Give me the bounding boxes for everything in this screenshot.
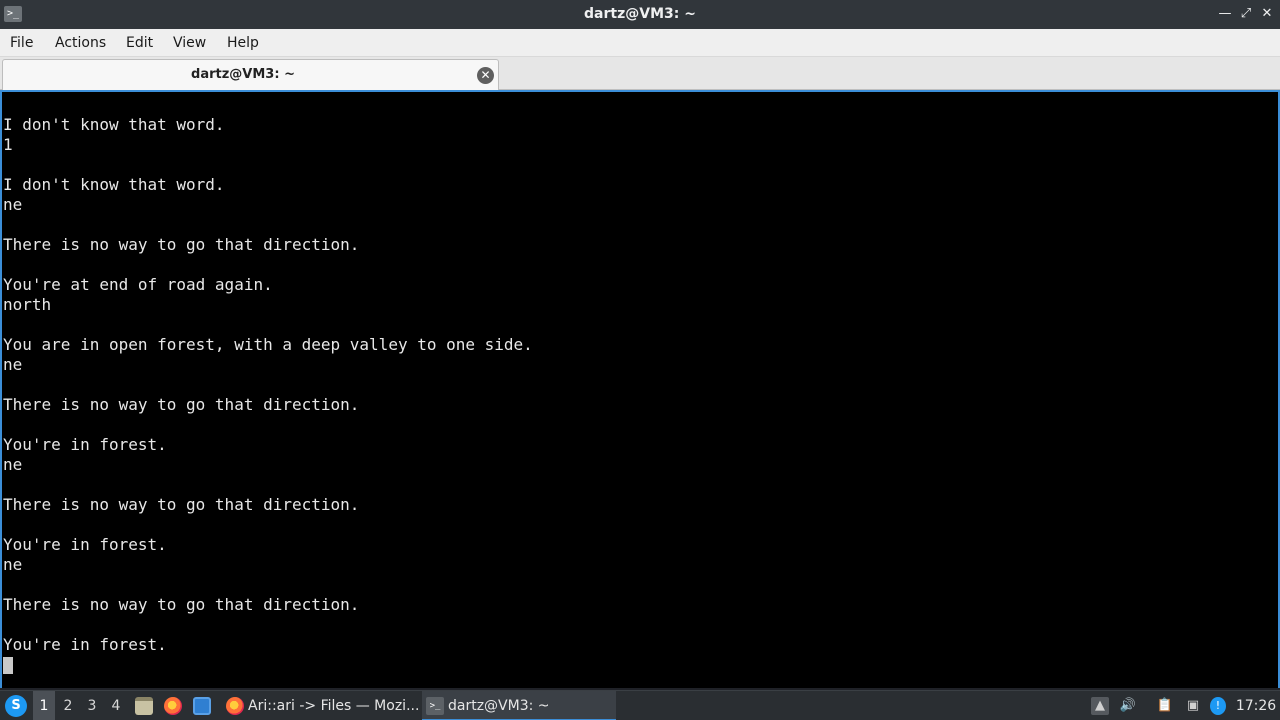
tab-label: dartz@VM3: ~ [191, 67, 295, 82]
tab-terminal[interactable]: dartz@VM3: ~ ✕ [2, 59, 499, 90]
clock[interactable]: 17:26 [1232, 691, 1280, 720]
desktop-4[interactable]: 4 [105, 691, 127, 720]
terminal-line: I don't know that word. [3, 175, 225, 194]
terminal-line: I don't know that word. [3, 115, 225, 134]
firefox-icon[interactable] [164, 697, 182, 715]
firefox-icon [226, 697, 244, 715]
notification-icon[interactable]: ! [1210, 697, 1226, 715]
window-titlebar[interactable]: >_ dartz@VM3: ~ — ⤢ ✕ [0, 0, 1280, 29]
tab-bar: dartz@VM3: ~ ✕ [0, 57, 1280, 90]
terminal-line: You're in forest. [3, 635, 167, 654]
terminal-prompt-line[interactable] [3, 655, 533, 675]
tray-arrow-icon[interactable]: ▲ [1091, 697, 1109, 715]
terminal-line: north [3, 295, 52, 314]
show-desktop-icon[interactable] [193, 697, 211, 715]
terminal-view[interactable]: I don't know that word. 1 I don't know t… [0, 90, 1280, 688]
app-launcher-icon[interactable]: S [5, 695, 27, 717]
terminal-output: I don't know that word. 1 I don't know t… [3, 95, 533, 675]
volume-icon[interactable]: 🔊 [1118, 697, 1138, 715]
task-terminal[interactable]: >_ dartz@VM3: ~ [422, 691, 616, 720]
desktop-2[interactable]: 2 [57, 691, 79, 720]
text-cursor [3, 657, 13, 674]
terminal-line: ne [3, 195, 23, 214]
file-manager-icon[interactable] [135, 697, 153, 715]
clipboard-icon[interactable]: 📋 [1155, 697, 1175, 715]
terminal-icon: >_ [426, 697, 444, 715]
desktop-1[interactable]: 1 [33, 691, 55, 720]
task-firefox[interactable]: Ari::ari -> Files — Mozi... [222, 691, 418, 720]
terminal-line: You're at end of road again. [3, 275, 273, 294]
menu-edit[interactable]: Edit [126, 29, 153, 57]
menu-actions[interactable]: Actions [55, 29, 106, 57]
terminal-line: 1 [3, 135, 13, 154]
desktop-3[interactable]: 3 [81, 691, 103, 720]
task-label: Ari::ari -> Files — Mozi... [248, 698, 418, 714]
maximize-icon[interactable]: ⤢ [1237, 5, 1255, 23]
terminal-line: There is no way to go that direction. [3, 495, 360, 514]
minimize-icon[interactable]: — [1216, 5, 1234, 23]
menu-file[interactable]: File [10, 29, 33, 57]
menu-view[interactable]: View [173, 29, 206, 57]
task-label: dartz@VM3: ~ [448, 698, 550, 714]
terminal-line: You're in forest. [3, 535, 167, 554]
menu-help[interactable]: Help [227, 29, 259, 57]
window-title: dartz@VM3: ~ [584, 6, 696, 22]
terminal-line: ne [3, 455, 23, 474]
tab-close-icon[interactable]: ✕ [477, 67, 494, 84]
terminal-line: ne [3, 355, 23, 374]
terminal-line: There is no way to go that direction. [3, 395, 360, 414]
menu-bar: File Actions Edit View Help [0, 29, 1280, 57]
terminal-line: There is no way to go that direction. [3, 595, 360, 614]
terminal-line: There is no way to go that direction. [3, 235, 360, 254]
terminal-line: ne [3, 555, 23, 574]
terminal-line: You are in open forest, with a deep vall… [3, 335, 533, 354]
close-icon[interactable]: ✕ [1258, 5, 1276, 23]
network-icon[interactable]: ▣ [1183, 697, 1203, 715]
taskbar: S 1 2 3 4 Ari::ari -> Files — Mozi... >_… [0, 690, 1280, 720]
terminal-line: You're in forest. [3, 435, 167, 454]
